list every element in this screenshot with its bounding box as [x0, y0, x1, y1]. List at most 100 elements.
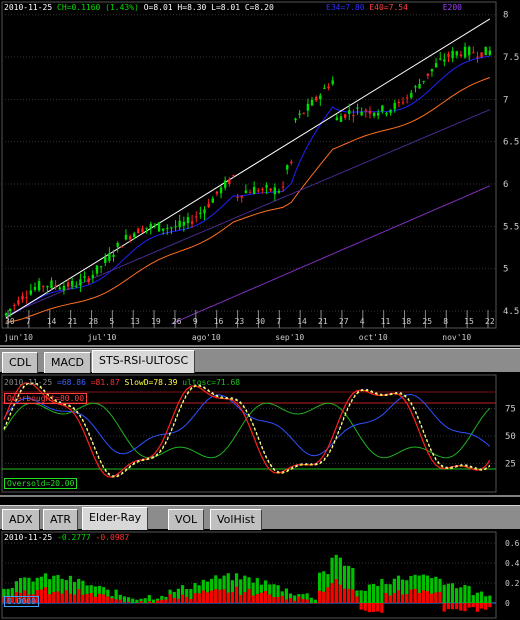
bull-power-bar — [131, 598, 135, 603]
candle-body — [368, 110, 372, 114]
tab-adx[interactable]: ADX — [2, 509, 40, 531]
bear-power-bar — [106, 596, 110, 603]
x-tick-label: 9 — [193, 317, 198, 326]
bear-power-bar — [488, 603, 492, 608]
tab-vol[interactable]: VOL — [168, 509, 205, 531]
candle-body — [306, 103, 310, 111]
candle-body — [244, 190, 248, 194]
candle-body — [443, 59, 446, 62]
bear-power-bar — [384, 592, 388, 603]
header-date: 2010-11-25 — [4, 3, 53, 12]
bear-power-bar — [280, 595, 284, 603]
bear-power-bar — [259, 592, 264, 603]
candle-body — [186, 217, 190, 224]
candle-body — [236, 196, 239, 198]
candle-body — [314, 96, 318, 101]
month-label: jul'10 — [87, 333, 116, 342]
bull-power-bar — [450, 583, 455, 603]
ma-header: E34=7.80 E40=7.54 E200 — [326, 3, 462, 12]
bear-power-bar — [164, 599, 168, 603]
elder-header-bull: -0.2777 — [57, 533, 91, 542]
tab-atr[interactable]: ATR — [43, 509, 79, 531]
x-tick-label: 21 — [318, 317, 328, 326]
bull-power-bar — [471, 595, 475, 603]
header-ohlc: O=8.01 H=8.30 L=8.01 C=8.20 — [143, 3, 274, 12]
candle-body — [472, 52, 475, 54]
tab-elder-ray[interactable]: Elder-Ray — [82, 507, 149, 531]
candle-body — [290, 161, 293, 164]
y-tick-label: 6 — [503, 180, 508, 190]
bear-power-bar — [81, 594, 85, 603]
osc-header-slowd: SlowD=78.39 — [124, 378, 178, 387]
price-chart[interactable]: 8 7.5 7 6.5 6 5.5 5 4.5 30 7 14 21 28 5 13 19 26 9 16 23 30… — [0, 0, 520, 345]
bear-power-bar — [430, 593, 434, 603]
candle-body — [488, 50, 492, 56]
y-tick-label: 75 — [505, 405, 516, 415]
candle-body — [397, 101, 401, 103]
candle-body — [434, 63, 438, 68]
y-tick-label: 5 — [503, 265, 508, 275]
candle-body — [265, 184, 268, 188]
bull-power-bar — [367, 584, 372, 603]
candle-body — [108, 253, 111, 261]
bear-power-bar — [276, 597, 280, 603]
candle-body — [8, 308, 12, 311]
price-header: 2010-11-25 CH=0.1160 (1.43%) O=8.01 H=8.… — [4, 3, 274, 12]
candle-body — [211, 198, 214, 203]
bear-power-bar — [234, 586, 239, 603]
bear-power-bar — [185, 596, 189, 603]
y-tick-label: 0 — [505, 599, 510, 608]
bear-power-bar — [64, 590, 68, 603]
bear-power-bar — [351, 589, 355, 603]
candle-body — [215, 191, 219, 194]
candle-body — [323, 87, 326, 89]
bear-power-bar — [114, 599, 118, 603]
bear-power-bar — [438, 591, 442, 603]
candle-body — [128, 236, 132, 240]
candle-body — [430, 68, 434, 72]
candle-body — [54, 285, 57, 287]
x-tick-label: 30 — [5, 317, 15, 326]
candle-body — [273, 187, 277, 195]
candle-body — [261, 188, 264, 190]
candle-body — [451, 50, 454, 59]
tab-sts-rsi-ultosc[interactable]: STS-RSI-ULTOSC — [92, 350, 196, 374]
bear-power-bar — [446, 603, 450, 610]
bear-power-bar — [77, 589, 81, 603]
bear-power-bar — [359, 603, 363, 610]
tab-cdl[interactable]: CDL — [2, 352, 39, 374]
ma-e40-value: E40=7.54 — [369, 3, 408, 12]
panel-divider-2[interactable] — [0, 495, 520, 497]
y-tick-label: 7.5 — [503, 53, 519, 63]
ma-e200-value: E200 — [442, 3, 462, 12]
bull-power-bar — [479, 591, 484, 603]
candle-body — [79, 279, 82, 286]
candle-body — [75, 286, 78, 288]
bear-power-bar — [475, 603, 479, 612]
bear-power-bar — [367, 603, 372, 613]
bear-power-bar — [180, 594, 185, 603]
candle-body — [46, 286, 49, 288]
candle-body — [372, 112, 376, 116]
bear-power-bar — [210, 590, 214, 603]
bear-power-bar — [218, 589, 222, 603]
candle-body — [182, 221, 186, 226]
tab-volhist[interactable]: VolHist — [210, 509, 262, 531]
y-tick-label: 6.5 — [503, 138, 519, 148]
bull-power-bar — [135, 599, 139, 603]
elder-ray-chart[interactable]: 0.6 0.4 0.2 0 — [0, 530, 520, 620]
bull-power-bar — [151, 599, 156, 603]
oscillator-chart[interactable]: 75 50 25 — [0, 373, 520, 495]
tab-macd[interactable]: MACD — [44, 352, 91, 374]
bear-power-bar — [326, 587, 330, 603]
panel-divider[interactable] — [0, 345, 520, 347]
bear-power-bar — [425, 591, 430, 603]
bear-power-bar — [239, 594, 243, 603]
candle-body — [203, 209, 206, 214]
bull-power-bar — [463, 585, 467, 603]
x-tick-label: 18 — [402, 317, 412, 326]
candle-body — [219, 187, 223, 194]
x-tick-label: 13 — [130, 317, 140, 326]
candle-body — [120, 246, 123, 248]
x-tick-label: 22 — [485, 317, 495, 326]
